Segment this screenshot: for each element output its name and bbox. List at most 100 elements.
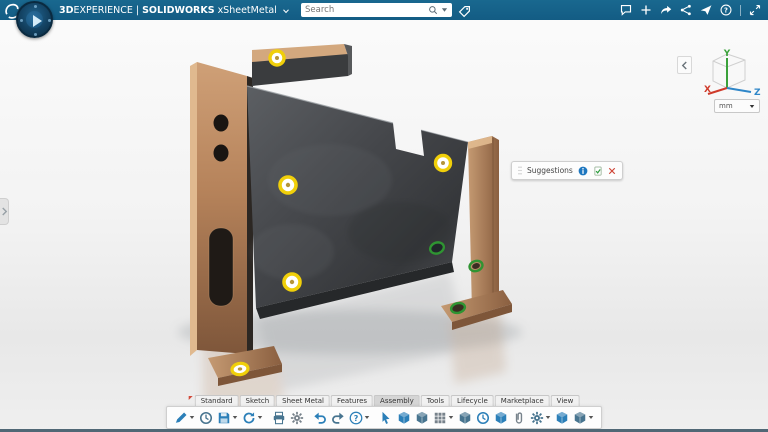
compass-mark	[34, 33, 37, 36]
caret-down-icon	[588, 415, 594, 420]
accept-suggestion-icon[interactable]	[593, 166, 603, 176]
component-cube-icon	[415, 411, 429, 425]
tab-overflow-indicator	[189, 396, 193, 400]
info-icon[interactable]	[578, 166, 588, 176]
tool-history[interactable]	[198, 408, 214, 427]
component-cube-icon	[555, 411, 569, 425]
share-nodes-icon	[680, 4, 692, 16]
tool-options[interactable]	[289, 408, 305, 427]
application-window: 3DEXPERIENCE | SOLIDWORKS xSheetMetal	[0, 0, 768, 432]
axis-x-label: X	[704, 85, 711, 95]
undo-icon	[313, 411, 327, 425]
pencil-icon	[174, 411, 188, 425]
units-value: mm	[719, 102, 733, 110]
tool-update[interactable]	[241, 408, 264, 427]
chevron-right-icon	[1, 207, 8, 216]
cursor-icon	[379, 411, 393, 425]
printer-icon	[272, 411, 286, 425]
forward-button[interactable]	[660, 4, 672, 16]
tool-select[interactable]	[378, 408, 394, 427]
component-cube-icon	[573, 411, 587, 425]
suggestions-popup: Suggestions	[511, 161, 623, 180]
assembly-toolbar	[166, 406, 602, 429]
compass-mark	[48, 19, 51, 22]
axis-y-label: Y	[723, 49, 731, 59]
chevron-down-icon	[282, 7, 290, 15]
right-panel-toggle[interactable]	[677, 56, 692, 74]
tool-replace-component[interactable]	[457, 408, 473, 427]
part-right-flange	[468, 136, 499, 312]
marker-yellow[interactable]	[284, 274, 300, 290]
search-options-caret-icon[interactable]	[441, 7, 448, 13]
header-divider	[740, 5, 741, 16]
forward-arrow-icon	[660, 4, 672, 16]
share-button[interactable]	[680, 4, 692, 16]
brand-3d: 3D	[59, 5, 74, 16]
brand-experience: EXPERIENCE	[74, 5, 133, 16]
left-panel-expander[interactable]	[0, 198, 9, 225]
marker-yellow[interactable]	[280, 177, 296, 193]
marker-yellow[interactable]	[270, 51, 284, 65]
marker-yellow[interactable]	[231, 362, 248, 375]
tool-more[interactable]	[572, 408, 595, 427]
3dexperience-compass[interactable]	[16, 1, 53, 38]
paper-plane-icon	[700, 4, 712, 16]
tool-insert-component[interactable]	[396, 408, 412, 427]
tool-attach[interactable]	[511, 408, 527, 427]
tool-redo[interactable]	[330, 408, 346, 427]
compass-mark	[34, 5, 37, 8]
brand-solidworks: SOLIDWORKS	[142, 5, 214, 16]
app-title[interactable]: 3DEXPERIENCE | SOLIDWORKS xSheetMetal	[59, 5, 290, 16]
comment-icon	[620, 4, 632, 16]
search-bar	[301, 3, 452, 17]
tool-mate[interactable]	[493, 408, 509, 427]
caret-down-icon	[364, 415, 370, 420]
tag-button[interactable]	[458, 3, 472, 17]
part-left-edge	[190, 62, 197, 356]
gear-icon	[530, 411, 544, 425]
tool-pattern[interactable]	[432, 408, 455, 427]
caret-down-icon	[257, 415, 263, 420]
close-icon[interactable]	[608, 167, 616, 175]
tool-design[interactable]	[173, 408, 196, 427]
redo-icon	[331, 411, 345, 425]
search-icon[interactable]	[428, 5, 438, 15]
refresh-icon	[242, 411, 256, 425]
help-button[interactable]	[720, 4, 732, 16]
compass-mark	[20, 19, 23, 22]
tool-move-component[interactable]	[554, 408, 570, 427]
caret-down-icon	[749, 104, 755, 109]
marker-yellow[interactable]	[436, 156, 451, 171]
orientation-triad[interactable]: Y X Z	[699, 48, 761, 100]
clock-icon	[476, 411, 490, 425]
question-icon	[720, 4, 732, 16]
suggestions-label: Suggestions	[527, 166, 573, 175]
tool-undo[interactable]	[312, 408, 328, 427]
history-icon	[199, 411, 213, 425]
tool-new-component[interactable]	[414, 408, 430, 427]
caret-down-icon	[545, 415, 551, 420]
chevron-left-icon	[681, 61, 688, 70]
units-dropdown[interactable]: mm	[714, 99, 760, 113]
launch-button[interactable]	[700, 4, 712, 16]
caret-down-icon	[189, 415, 195, 420]
component-cube-icon	[494, 411, 508, 425]
component-cube-icon	[397, 411, 411, 425]
tool-snapshot[interactable]	[475, 408, 491, 427]
resize-button[interactable]	[749, 4, 761, 16]
drag-handle[interactable]	[518, 165, 522, 176]
viewport-3d[interactable]	[0, 20, 768, 432]
tool-print[interactable]	[271, 408, 287, 427]
tool-save[interactable]	[216, 408, 239, 427]
save-icon	[217, 411, 231, 425]
brand-product: xSheetMetal	[218, 5, 277, 16]
comment-button[interactable]	[620, 4, 632, 16]
tool-fasteners[interactable]	[529, 408, 552, 427]
paperclip-icon	[512, 411, 526, 425]
view-cube[interactable]	[713, 54, 745, 88]
grid-icon	[433, 411, 447, 425]
part-left-flange	[197, 62, 247, 354]
search-input[interactable]	[305, 5, 428, 15]
add-button[interactable]	[640, 4, 652, 16]
tool-help[interactable]	[348, 408, 371, 427]
